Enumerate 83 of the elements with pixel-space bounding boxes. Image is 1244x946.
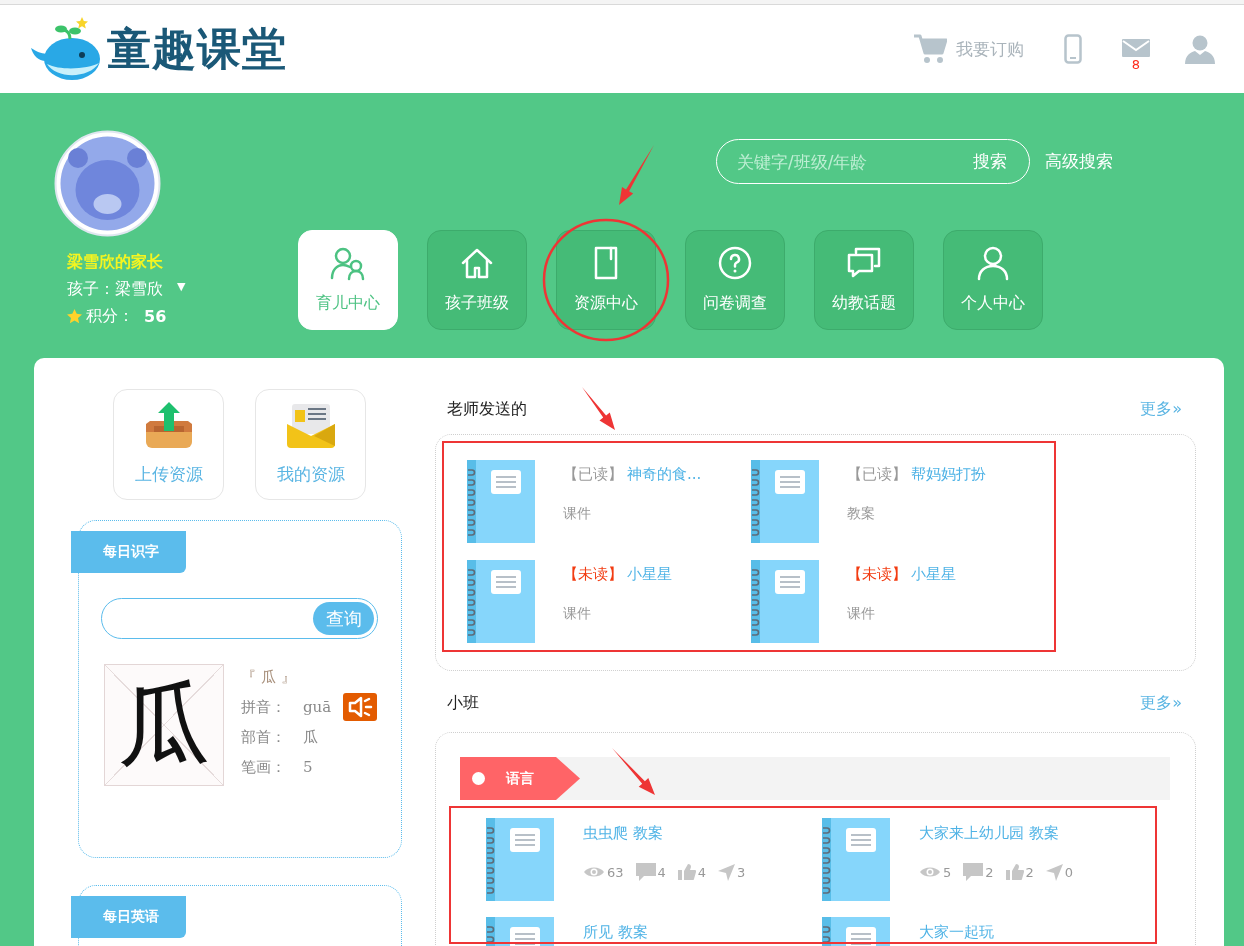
ribbon-title: 每日识字 (71, 531, 186, 573)
resource-type: 课件 (563, 604, 591, 623)
eye-icon (919, 865, 941, 879)
advanced-search-link[interactable]: 高级搜索 (1045, 150, 1113, 173)
comment-icon (963, 863, 984, 881)
send-icon (1045, 863, 1063, 881)
dot-icon (472, 772, 485, 785)
stat-count: 5 (943, 864, 952, 880)
upload-icon (143, 400, 194, 450)
resource-title-link[interactable]: 大家一起玩 (919, 922, 994, 942)
send-icon (718, 863, 736, 881)
thumbs-up-icon (1005, 864, 1024, 880)
query-button[interactable]: 查询 (313, 602, 374, 635)
thumbs-up-icon (677, 864, 696, 880)
parent-name: 梁雪欣的家长 (67, 252, 163, 273)
field-label: 拼音： (241, 697, 287, 717)
stat-count: 4 (697, 864, 707, 880)
resource-type: 课件 (563, 504, 591, 523)
points-label: 积分： (86, 306, 134, 327)
read-status: 【已读】 (563, 465, 623, 483)
eye-icon (583, 865, 605, 879)
child-name: 孩子：梁雪欣 (67, 279, 163, 300)
bear-avatar[interactable] (54, 130, 161, 237)
star-icon (67, 309, 82, 324)
points-value: 56 (144, 307, 167, 326)
read-status: 【未读】 (847, 565, 907, 583)
field-label: 部首： (241, 727, 287, 747)
notebook-icon[interactable] (751, 560, 819, 643)
resource-button[interactable]: 我的资源 (255, 389, 366, 500)
stat-count: 4 (657, 864, 666, 880)
search-field[interactable]: 关键字/班级/年龄 搜索 (716, 139, 1030, 184)
order-link[interactable]: 我要订购 (956, 37, 1024, 61)
stat-count: 0 (1064, 864, 1074, 880)
user-icon (975, 245, 1011, 281)
search-button[interactable]: 搜索 (973, 150, 1007, 173)
nav-tile[interactable]: 孩子班级 (427, 230, 527, 330)
resource-type: 课件 (847, 604, 875, 623)
field-value: 瓜 (303, 727, 318, 747)
resource-title-link[interactable]: 大家来上幼儿园 教案 (919, 823, 1059, 843)
notebook-icon[interactable] (751, 460, 819, 543)
stat-count: 63 (607, 864, 624, 880)
stat-count: 2 (1025, 864, 1034, 880)
ribbon-title: 每日英语 (71, 896, 186, 938)
nav-tile[interactable]: 个人中心 (943, 230, 1043, 330)
section-title: 小班 (447, 692, 479, 714)
category-label: 语言 (506, 769, 534, 788)
character-heading: 『 瓜 』 (241, 667, 296, 687)
mail-count: 8 (1131, 57, 1141, 72)
more-link[interactable]: 更多» (1140, 398, 1182, 420)
notebook-icon[interactable] (486, 818, 554, 901)
stat-count: 2 (985, 864, 994, 880)
section-title: 老师发送的 (447, 398, 527, 420)
category-tag[interactable]: 语言 (460, 757, 580, 800)
resource-type: 教案 (847, 504, 875, 523)
resource-title-link[interactable]: 神奇的食... (627, 465, 702, 483)
resource-title-link[interactable]: 所见 教案 (583, 922, 648, 942)
nav-tile[interactable]: 问卷调查 (685, 230, 785, 330)
help-icon (717, 245, 753, 281)
comment-icon (635, 863, 656, 881)
nav-tile[interactable]: 幼教话题 (814, 230, 914, 330)
notebook-icon[interactable] (467, 560, 535, 643)
resource-title-link[interactable]: 小星星 (911, 565, 956, 583)
field-value: guā (303, 698, 332, 716)
nav-tile[interactable]: 育儿中心 (298, 230, 398, 330)
people-icon (330, 245, 366, 281)
whale-icon[interactable] (30, 17, 102, 81)
resource-title-link[interactable]: 帮妈妈打扮 (911, 465, 986, 483)
dropdown-caret[interactable]: ▼ (177, 280, 186, 293)
character-glyph: 瓜 (118, 679, 210, 771)
resource-title-link[interactable]: 虫虫爬 教案 (583, 823, 663, 843)
nav-tile[interactable]: 资源中心 (556, 230, 656, 330)
read-status: 【已读】 (847, 465, 907, 483)
notebook-icon[interactable] (822, 818, 890, 901)
field-label: 笔画： (241, 757, 287, 777)
speaker-icon[interactable] (343, 693, 378, 721)
field-value: 5 (303, 758, 313, 776)
more-link[interactable]: 更多» (1140, 692, 1182, 714)
logo-text[interactable]: 童趣课堂 (107, 19, 287, 79)
notebook-icon[interactable] (467, 460, 535, 543)
resource-button[interactable]: 上传资源 (113, 389, 224, 500)
stat-count: 3 (737, 864, 746, 880)
read-status: 【未读】 (563, 565, 623, 583)
resource-title-link[interactable]: 小星星 (627, 565, 672, 583)
